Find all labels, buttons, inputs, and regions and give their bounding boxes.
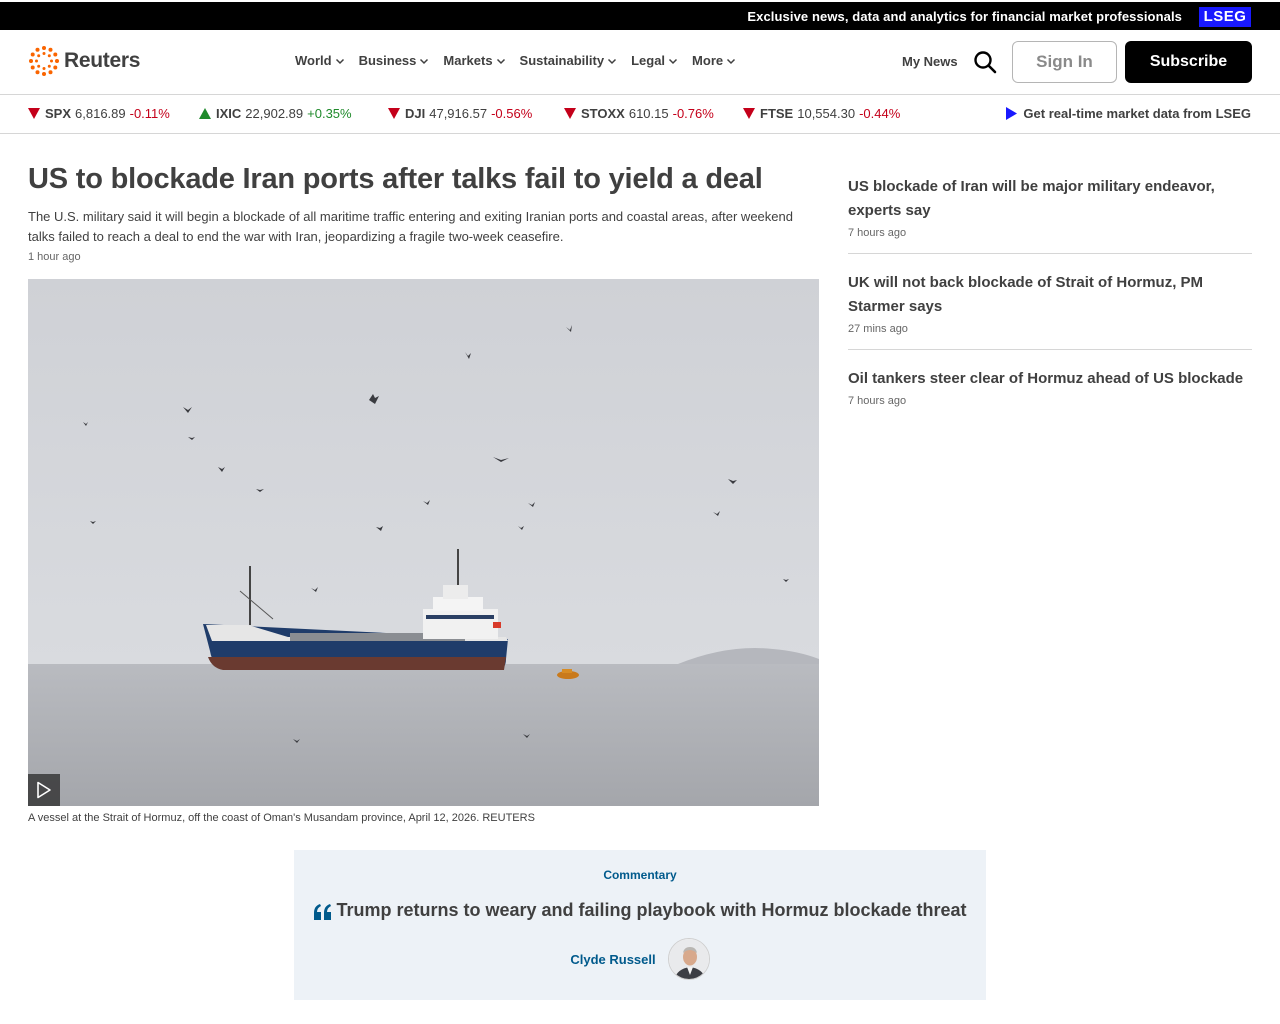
ticker-symbol: IXIC (216, 106, 242, 121)
ticker-value: 10,554.30 (797, 106, 856, 121)
search-icon[interactable] (973, 50, 997, 74)
ticker-item-ixic[interactable]: IXIC 22,902.89 +0.35% (199, 106, 352, 121)
photo-caption: A vessel at the Strait of Hormuz, off th… (28, 812, 535, 824)
quote-icon (314, 903, 332, 920)
chevron-down-icon (727, 58, 736, 64)
side-story: US blockade of Iran will be major milita… (848, 175, 1252, 254)
down-arrow-icon (743, 108, 755, 119)
sign-in-button[interactable]: Sign In (1012, 41, 1117, 83)
side-stories: US blockade of Iran will be major milita… (848, 175, 1252, 438)
nav-sustainability[interactable]: Sustainability (520, 53, 618, 68)
chevron-down-icon (608, 58, 617, 64)
author-name[interactable]: Clyde Russell (570, 952, 655, 967)
ticker-item-stoxx[interactable]: STOXX 610.15 -0.76% (564, 106, 714, 121)
commentary-author: Clyde Russell (294, 938, 986, 980)
lseg-badge[interactable]: LSEG (1199, 7, 1251, 27)
ticker-change: -0.44% (859, 106, 901, 121)
side-story-time: 7 hours ago (848, 227, 907, 239)
down-arrow-icon (564, 108, 576, 119)
ticker-change: -0.11% (129, 106, 170, 121)
main-photo[interactable] (28, 279, 819, 806)
main-timestamp: 1 hour ago (28, 251, 81, 263)
side-story: Oil tankers steer clear of Hormuz ahead … (848, 367, 1252, 421)
chevron-down-icon (420, 58, 429, 64)
side-story-title[interactable]: UK will not back blockade of Strait of H… (848, 271, 1252, 319)
logo-text: Reuters (64, 49, 141, 72)
ticker-symbol: DJI (405, 106, 426, 121)
ticker-item-spx[interactable]: SPX 6,816.89 -0.11% (28, 106, 170, 121)
play-icon (37, 781, 51, 799)
nav-world[interactable]: World (295, 53, 345, 68)
nav-label: More (692, 53, 724, 68)
side-story-title[interactable]: US blockade of Iran will be major milita… (848, 175, 1252, 223)
reuters-logo-icon (29, 46, 59, 76)
subscribe-button[interactable]: Subscribe (1125, 41, 1252, 83)
down-arrow-icon (28, 108, 40, 119)
side-story-time: 7 hours ago (848, 395, 907, 407)
nav-more[interactable]: More (692, 53, 736, 68)
chevron-down-icon (335, 58, 344, 64)
reuters-logo[interactable]: Reuters (28, 45, 140, 77)
nav-label: Markets (443, 53, 493, 68)
lseg-market-data-link[interactable]: Get real-time market data from LSEG (1006, 106, 1251, 121)
commentary-title: Trump returns to weary and failing playb… (336, 900, 967, 920)
main-summary: The U.S. military said it will begin a b… (28, 209, 793, 244)
nav-legal[interactable]: Legal (631, 53, 678, 68)
lseg-link-label: Get real-time market data from LSEG (1023, 106, 1251, 121)
side-story: UK will not back blockade of Strait of H… (848, 271, 1252, 350)
ticker-item-ftse[interactable]: FTSE 10,554.30 -0.44% (743, 106, 900, 121)
nav-label: Legal (631, 53, 666, 68)
site-header: Reuters World Business Markets Sustainab… (0, 30, 1280, 95)
avatar[interactable] (667, 938, 710, 980)
top-banner[interactable]: Exclusive news, data and analytics for f… (0, 0, 1280, 30)
nav-business[interactable]: Business (359, 53, 430, 68)
market-ticker: SPX 6,816.89 -0.11% IXIC 22,902.89 +0.35… (0, 95, 1280, 134)
ticker-symbol: SPX (45, 106, 72, 121)
banner-text[interactable]: Exclusive news, data and analytics for f… (747, 9, 1182, 24)
ship-photo-image (28, 279, 819, 806)
commentary-headline[interactable]: Trump returns to weary and failing playb… (294, 900, 986, 921)
ticker-item-dji[interactable]: DJI 47,916.57 -0.56% (388, 106, 532, 121)
ticker-value: 610.15 (628, 106, 669, 121)
ticker-change: -0.56% (491, 106, 533, 121)
ticker-value: 6,816.89 (75, 106, 126, 121)
play-icon (1006, 107, 1018, 120)
nav-markets[interactable]: Markets (443, 53, 505, 68)
nav-label: Business (358, 53, 417, 68)
ticker-value: 47,916.57 (429, 106, 488, 121)
ticker-value: 22,902.89 (245, 106, 304, 121)
commentary-label[interactable]: Commentary (294, 868, 986, 882)
side-story-time: 27 mins ago (848, 323, 908, 335)
chevron-down-icon (669, 58, 678, 64)
chevron-down-icon (496, 58, 505, 64)
down-arrow-icon (388, 108, 400, 119)
author-avatar-image (668, 939, 709, 979)
ticker-symbol: FTSE (760, 106, 794, 121)
main-headline[interactable]: US to blockade Iran ports after talks fa… (28, 160, 828, 198)
commentary-card: Commentary Trump returns to weary and fa… (294, 850, 986, 1000)
ticker-symbol: STOXX (581, 106, 625, 121)
nav-label: Sustainability (519, 53, 605, 68)
nav-label: World (295, 53, 332, 68)
side-story-title[interactable]: Oil tankers steer clear of Hormuz ahead … (848, 367, 1252, 391)
my-news-link[interactable]: My News (902, 54, 958, 69)
ticker-change: -0.76% (672, 106, 714, 121)
video-play-button[interactable] (28, 774, 60, 806)
main-nav: World Business Markets Sustainability Le… (295, 53, 750, 68)
ticker-change: +0.35% (307, 106, 352, 121)
up-arrow-icon (199, 108, 211, 119)
